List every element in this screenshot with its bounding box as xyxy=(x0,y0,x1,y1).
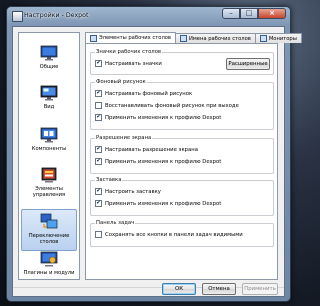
sidebar-item-general[interactable]: Общие xyxy=(21,41,77,83)
window-title: Настройки - Dexpot xyxy=(24,12,89,19)
sidebar-item-appearance[interactable]: Вид xyxy=(21,81,77,123)
monitor-icon xyxy=(40,45,58,61)
checkbox-box[interactable]: ✔ xyxy=(95,60,102,67)
checkbox-label: Применить изменения к профилю Dexpot xyxy=(105,158,222,165)
checkbox-configure-wallpaper[interactable]: ✔ Настраивать фоновый рисунок xyxy=(95,90,192,97)
sidebar-item-label: Переключение столов xyxy=(28,233,70,245)
advanced-button[interactable]: Расширенные xyxy=(226,58,270,70)
checkbox-box[interactable]: ✔ xyxy=(95,188,102,195)
sidebar-item-label: Плагины и модули xyxy=(23,270,75,276)
group-title: Фоновый рисунок xyxy=(95,79,147,86)
desktop-switch-icon xyxy=(40,213,58,229)
group-title: Разрешение экрана xyxy=(95,135,153,142)
sidebar-item-label: Вид xyxy=(43,104,55,110)
sidebar-item-components[interactable]: Компоненты xyxy=(21,123,77,165)
checkbox-label: Настраивать фоновый рисунок xyxy=(105,90,193,97)
sidebar-item-label: Общие xyxy=(39,64,59,70)
group-wallpaper: Фоновый рисунок ✔ Настраивать фоновый ри… xyxy=(90,79,274,130)
display-icon xyxy=(40,85,58,101)
checkbox-box[interactable]: ✔ xyxy=(95,158,102,165)
tab-label: Мониторы xyxy=(268,35,297,42)
checkbox-box[interactable]: ✔ xyxy=(95,200,102,207)
minimize-button[interactable]: – xyxy=(222,8,240,19)
plugins-icon xyxy=(40,251,58,267)
checkbox-box[interactable] xyxy=(95,102,102,109)
checkbox-apply-wallpaper-profile[interactable]: ✔ Применить изменения к профилю Dexpot xyxy=(95,114,221,121)
checkbox-label: Настраивать значки xyxy=(105,60,162,67)
group-title: Заставка xyxy=(95,177,123,184)
minimize-icon: – xyxy=(229,9,233,17)
monitors-icon xyxy=(259,35,267,42)
group-screen-resolution: Разрешение экрана ✔ Настраивать разрешен… xyxy=(90,135,274,174)
settings-window: Настройки - Dexpot – □ × Общие Вид Компо… xyxy=(6,6,302,302)
checkbox-configure-screensaver[interactable]: ✔ Настроить заставку xyxy=(95,188,161,195)
checkbox-configure-icons[interactable]: ✔ Настраивать значки xyxy=(95,60,162,67)
cancel-button[interactable]: Отмена xyxy=(202,283,236,295)
checkbox-label: Применить изменения к профилю Dexpot xyxy=(105,114,222,121)
checkbox-box[interactable]: ✔ xyxy=(95,114,102,121)
close-icon: × xyxy=(269,9,275,17)
checkbox-label: Настраивать разрешение экрана xyxy=(105,146,198,153)
tab-desktop-elements[interactable]: Элементы рабочих столов xyxy=(85,32,176,43)
checkbox-box[interactable]: ✔ xyxy=(95,146,102,153)
tab-desktop-names[interactable]: Имена рабочих столов xyxy=(175,33,256,43)
checkbox-label: Сохранять все кнопки в панели задач види… xyxy=(105,231,243,238)
tab-label: Элементы рабочих столов xyxy=(99,35,171,41)
checkbox-restore-wallpaper[interactable]: Восстанавливать фоновый рисунок при выхо… xyxy=(95,102,239,109)
sidebar-item-label: Элементы управления xyxy=(32,186,66,198)
tab-label: Имена рабочих столов xyxy=(189,35,251,42)
sidebar-item-plugins[interactable]: Плагины и модули xyxy=(21,247,77,289)
group-taskbar: Панель задач Сохранять все кнопки в пане… xyxy=(90,220,274,247)
app-icon xyxy=(12,11,23,22)
maximize-icon: □ xyxy=(245,9,253,17)
checkbox-label: Настроить заставку xyxy=(105,188,161,195)
close-button[interactable]: × xyxy=(258,8,286,19)
sidebar-item-label: Компоненты xyxy=(31,146,67,152)
ok-button[interactable]: ОК xyxy=(162,283,196,295)
sidebar-item-desktop-switching[interactable]: Переключение столов xyxy=(21,209,77,251)
dialog-client-area: Общие Вид Компоненты Элементы управления… xyxy=(12,26,302,297)
group-screensaver: Заставка ✔ Настроить заставку ✔ Применит… xyxy=(90,177,274,216)
tab-panel-desktop-elements: Значки рабочих столов ✔ Настраивать знач… xyxy=(85,43,278,280)
checkbox-apply-resolution-profile[interactable]: ✔ Применить изменения к профилю Dexpot xyxy=(95,158,221,165)
checkbox-configure-resolution[interactable]: ✔ Настраивать разрешение экрана xyxy=(95,146,198,153)
maximize-button[interactable]: □ xyxy=(240,8,258,19)
group-title: Панель задач xyxy=(95,220,136,227)
settings-sidebar: Общие Вид Компоненты Элементы управления… xyxy=(18,32,80,280)
checkbox-keep-taskbar-buttons-visible[interactable]: Сохранять все кнопки в панели задач види… xyxy=(95,231,243,238)
checkbox-box[interactable]: ✔ xyxy=(95,90,102,97)
desktop-names-icon xyxy=(180,35,187,42)
title-bar[interactable]: Настройки - Dexpot – □ × xyxy=(7,7,290,24)
tab-monitors[interactable]: Мониторы xyxy=(254,33,302,43)
apply-button[interactable]: Применить xyxy=(242,283,278,295)
caption-buttons: – □ × xyxy=(222,8,286,20)
group-title: Значки рабочих столов xyxy=(95,49,163,56)
group-desktop-icons: Значки рабочих столов ✔ Настраивать знач… xyxy=(90,49,274,75)
controls-icon xyxy=(41,167,57,183)
sidebar-item-controls[interactable]: Элементы управления xyxy=(21,163,77,205)
desktop-elements-icon xyxy=(90,34,97,42)
checkbox-label: Восстанавливать фоновый рисунок при выхо… xyxy=(105,102,239,109)
components-icon xyxy=(40,127,58,143)
tab-strip: Элементы рабочих столов Имена рабочих ст… xyxy=(85,32,302,43)
checkbox-box[interactable] xyxy=(95,231,102,238)
checkbox-apply-screensaver-profile[interactable]: ✔ Применить изменения к профилю Dexpot xyxy=(95,200,221,207)
checkbox-label: Применить изменения к профилю Dexpot xyxy=(105,200,222,207)
